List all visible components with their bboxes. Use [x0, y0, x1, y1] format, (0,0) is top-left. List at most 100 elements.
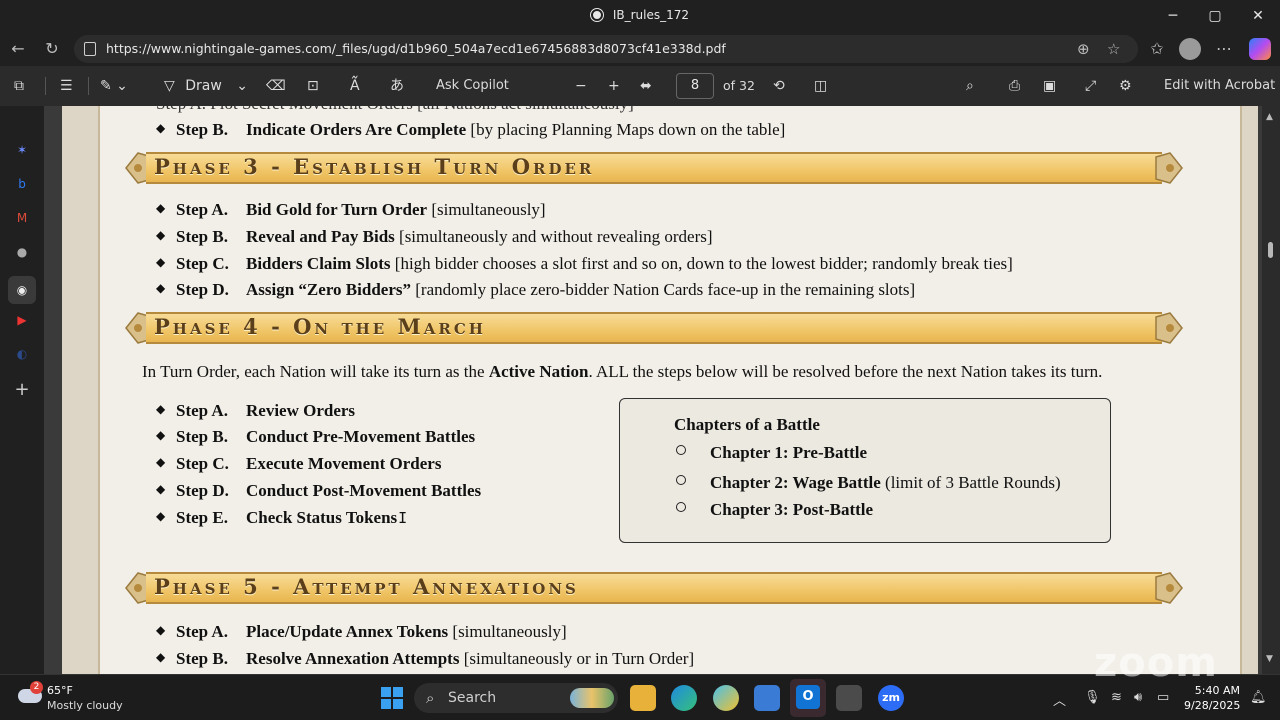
system-clock[interactable]: 5:40 AM 9/28/2025 [1184, 683, 1240, 713]
step-label: Step B. [176, 649, 228, 668]
address-bar[interactable]: https://www.nightingale-games.com/_files… [74, 35, 1138, 63]
step-label: Step C. [176, 454, 229, 473]
step-label: Step A. [176, 401, 228, 420]
bullet-icon: ◆ [156, 455, 166, 469]
read-aloud-icon[interactable]: A᷉ [350, 76, 360, 96]
microphone-icon[interactable]: 🎙︎ [1084, 690, 1101, 705]
phase5-banner: Phase 5 - Attempt Annexations [124, 570, 1184, 606]
vertical-scrollbar[interactable]: ▲ ▼ [1262, 106, 1280, 674]
step-note: [by placing Planning Maps down on the ta… [466, 120, 786, 139]
banner-right-ornament-icon [1155, 572, 1183, 604]
minimize-button[interactable]: ─ [1158, 4, 1188, 28]
banner-right-ornament-icon [1155, 152, 1183, 184]
scroll-thumb[interactable] [1268, 242, 1273, 258]
draw-label: Draw [185, 78, 222, 94]
profile-avatar[interactable] [1179, 38, 1201, 60]
contents-icon[interactable]: ☰ [60, 76, 73, 96]
taskbar-search[interactable]: ⌕ Search [414, 683, 618, 713]
page-number-input[interactable]: 8 [676, 73, 714, 99]
step-title: Check Status Tokens [246, 508, 398, 527]
page-view-icon[interactable]: ◫ [814, 76, 827, 96]
step-note: [randomly place zero-bidder Nation Cards… [411, 280, 916, 299]
step-label: Step D. [176, 280, 229, 299]
chapter-note: (limit of 3 Battle Rounds) [880, 473, 1061, 492]
chapter-title: Chapter 1: Pre-Battle [710, 443, 868, 462]
sidebar-add-icon[interactable]: + [14, 381, 30, 399]
sidebar-app-icon[interactable]: ● [14, 244, 30, 260]
wifi-icon[interactable]: ≋ [1111, 690, 1122, 705]
window-title: IB_rules_172 [0, 8, 1280, 22]
intro-text-end: . ALL the steps below will be resolved b… [588, 362, 1103, 381]
translate-icon[interactable]: あ [390, 76, 404, 96]
address-row: ← ↻ https://www.nightingale-games.com/_f… [0, 32, 1280, 66]
step-title: Conduct Post-Movement Battles [246, 481, 482, 500]
bullet-icon: ◆ [156, 623, 166, 637]
search-icon[interactable]: ⌕ [966, 76, 974, 96]
sidebar-active-app-icon[interactable]: ◉ [8, 276, 36, 304]
volume-icon[interactable]: 🔊︎ [1134, 690, 1142, 705]
zoom-page-icon[interactable]: ⊕ [1077, 35, 1090, 63]
step-title: Reveal and Pay Bids [246, 227, 395, 246]
print-icon[interactable]: ⎙ [1009, 76, 1020, 96]
sidebar-app2-icon[interactable]: ◐ [14, 346, 30, 362]
save-icon[interactable]: ▣ [1043, 76, 1056, 96]
step-label: Step B. [176, 427, 228, 446]
store-icon[interactable] [754, 685, 780, 711]
more-menu-icon[interactable]: ⋯ [1212, 38, 1236, 60]
sidebar-star-icon[interactable]: ✶ [14, 142, 30, 158]
close-window-button[interactable]: ✕ [1243, 4, 1273, 28]
favorites-icon[interactable]: ✩ [1145, 38, 1169, 60]
zoom-out-icon[interactable]: − [575, 76, 587, 96]
fit-page-icon[interactable]: ⬌ [640, 76, 652, 96]
ask-copilot-button[interactable]: Ask Copilot [436, 76, 509, 96]
outlook-active-tile[interactable]: O [790, 679, 826, 717]
zoom-app-icon[interactable]: zm [878, 685, 904, 711]
text-box-icon[interactable]: ⊡ [307, 76, 319, 96]
highlight-icon[interactable]: ✎ ⌄ [100, 76, 128, 96]
edge-browser-icon[interactable] [671, 685, 697, 711]
refresh-icon[interactable]: ↻ [40, 38, 64, 60]
step-label: Step A. [176, 622, 228, 641]
copilot-taskbar-icon[interactable] [713, 685, 739, 711]
back-arrow-icon[interactable]: ← [6, 38, 30, 60]
sidebar-toggle-icon[interactable]: ⧉ [14, 76, 24, 96]
bullet-icon: ◆ [156, 428, 166, 442]
favorite-star-icon[interactable]: ☆ [1107, 35, 1120, 63]
maximize-button[interactable]: ▢ [1200, 4, 1230, 28]
sidebar-gmail-icon[interactable]: M [14, 210, 30, 226]
eraser-icon[interactable]: ⌫ [266, 76, 286, 96]
edit-with-acrobat-button[interactable]: Edit with Acrobat [1164, 76, 1275, 96]
scroll-down-icon[interactable]: ▼ [1266, 654, 1273, 664]
game-app-icon[interactable] [836, 685, 862, 711]
toolbar-divider [45, 77, 46, 95]
settings-gear-icon[interactable]: ⚙ [1119, 76, 1132, 96]
pdf-viewport[interactable]: Step A. Plot Secret Movement Orders [all… [44, 106, 1262, 674]
edge-sidebar: ✶ b M ● ◉ ▶ ◐ + [0, 106, 44, 674]
clock-date: 9/28/2025 [1184, 699, 1241, 712]
copilot-icon[interactable] [1249, 38, 1271, 60]
step-title: Place/Update Annex Tokens [246, 622, 449, 641]
weather-temp: 65°F [47, 684, 73, 697]
bullet-icon: ◆ [156, 255, 166, 269]
draw-button[interactable]: ▽ Draw ⌄ [164, 76, 248, 96]
tray-chevron-icon[interactable]: ︿ [1053, 690, 1066, 709]
notifications-bell-icon[interactable]: 🔔︎ [1250, 690, 1267, 705]
hollow-bullet-icon [676, 445, 686, 455]
file-explorer-icon[interactable] [630, 685, 656, 711]
windows-start-icon[interactable] [379, 685, 405, 711]
rotate-icon[interactable]: ⟲ [773, 76, 785, 96]
fullscreen-icon[interactable]: ⤢ [1085, 76, 1096, 96]
sidebar-bing-icon[interactable]: b [14, 176, 30, 192]
scroll-up-icon[interactable]: ▲ [1266, 112, 1273, 122]
sidebar-youtube-icon[interactable]: ▶ [14, 312, 30, 328]
draw-dropdown-icon[interactable]: ⌄ [236, 78, 248, 94]
step-note: [simultaneously] [448, 622, 567, 641]
pdf-toolbar: ⧉ ☰ ✎ ⌄ ▽ Draw ⌄ ⌫ ⊡ A᷉ あ Ask Copilot − … [0, 66, 1280, 106]
bullet-icon: ◆ [156, 402, 166, 416]
hollow-bullet-icon [676, 475, 686, 485]
battery-icon[interactable]: ▭ [1157, 690, 1169, 705]
step-title: Assign “Zero Bidders” [246, 280, 411, 299]
windows-taskbar: 2 65°F Mostly cloudy ⌕ Search O zm ︿ 🎙︎ … [0, 674, 1280, 720]
battle-chapters-box: Chapters of a Battle Chapter 1: Pre-Batt… [619, 398, 1111, 543]
zoom-in-icon[interactable]: + [608, 76, 620, 96]
